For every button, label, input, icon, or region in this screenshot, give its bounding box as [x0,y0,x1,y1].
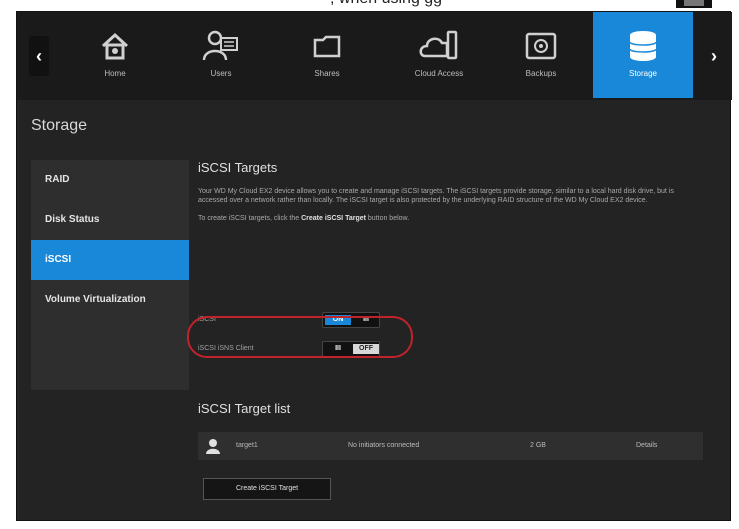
target-list-title: iSCSI Target list [198,401,291,416]
nav-item-storage[interactable]: Storage [593,12,693,98]
top-nav: ‹ Home Users Shares Cloud Access Backups… [17,12,732,100]
target-name: target1 [236,442,258,449]
nav-label-storage: Storage [628,69,658,78]
annotation-highlight-oval [187,316,413,358]
target-size: 2 GB [530,442,546,449]
target-details-link[interactable]: Details [636,442,657,449]
instruction-prefix: To create iSCSI targets, click the [198,215,302,222]
shares-icon [313,35,341,58]
nav-label-users: Users [210,69,232,78]
nav-item-backups[interactable]: Backups [491,20,591,92]
nav-label-cloud-access: Cloud Access [414,69,464,78]
backups-icon [525,32,557,60]
iscsi-heading: iSCSI Targets [198,160,278,175]
iscsi-instruction: To create iSCSI targets, click the Creat… [198,215,708,222]
cloud-access-icon [419,30,458,60]
target-list-row[interactable]: target1 No initiators connected 2 GB Det… [198,432,703,460]
nav-item-home[interactable]: Home [65,20,165,92]
sidebar-item-disk-status[interactable]: Disk Status [31,200,189,240]
nav-label-backups: Backups [525,69,557,78]
sidebar-item-iscsi[interactable]: iSCSI [31,240,189,280]
top-strip-icon [676,0,712,8]
user-icon [206,439,220,454]
users-icon [202,30,238,61]
instruction-bold: Create iSCSI Target [301,215,366,222]
nav-next-button[interactable]: › [704,36,724,76]
nav-item-users[interactable]: Users [171,20,271,92]
sidebar: RAID Disk Status iSCSI Volume Virtualiza… [31,160,189,390]
home-icon [101,32,129,60]
target-status: No initiators connected [348,442,420,449]
nav-label-shares: Shares [314,69,340,78]
page-title: Storage [31,117,88,134]
top-strip-text: , when using gg [330,0,442,8]
nav-label-home: Home [104,69,126,78]
nav-prev-button[interactable]: ‹ [29,36,49,76]
sidebar-item-raid[interactable]: RAID [31,160,189,200]
iscsi-content: iSCSI Targets Your WD My Cloud EX2 devic… [198,160,708,222]
nav-item-shares[interactable]: Shares [277,20,377,92]
nav-item-cloud-access[interactable]: Cloud Access [389,20,489,92]
create-iscsi-target-button[interactable]: Create iSCSI Target [203,478,331,500]
instruction-suffix: button below. [365,215,410,222]
top-strip: , when using gg [0,0,739,10]
iscsi-description: Your WD My Cloud EX2 device allows you t… [198,188,674,204]
sidebar-item-volume-virtualization[interactable]: Volume Virtualization [31,280,189,320]
storage-icon [629,31,657,61]
